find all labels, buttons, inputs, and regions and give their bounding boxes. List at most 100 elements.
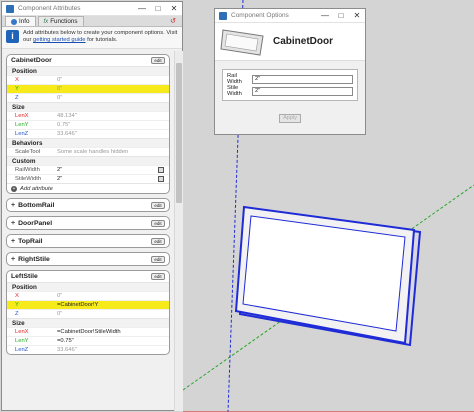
attr-value[interactable]: 0" xyxy=(57,86,169,92)
attr-row-lenz[interactable]: LenZ 33.646" xyxy=(7,345,169,354)
options-icon[interactable] xyxy=(158,167,164,173)
expand-icon[interactable]: + xyxy=(11,202,15,209)
ca-title: Component Attributes xyxy=(18,5,81,12)
edit-button[interactable]: edit xyxy=(151,201,165,209)
tab-functions-label: Functions xyxy=(50,17,78,25)
expand-icon[interactable]: + xyxy=(11,256,15,263)
co-header: CabinetDoor xyxy=(215,23,365,61)
panel-doorpanel[interactable]: + DoorPanel edit xyxy=(6,216,170,230)
panel-bottomrail-header[interactable]: + BottomRail edit xyxy=(7,199,169,211)
attr-row-railwidth[interactable]: RailWidth 2" xyxy=(7,165,169,174)
minimize-button[interactable]: — xyxy=(134,2,150,16)
attr-key: LenX xyxy=(15,113,29,119)
stile-width-field[interactable]: 2" xyxy=(252,86,353,96)
attr-row-lenx[interactable]: LenX =CabinetDoor!StileWidth xyxy=(7,327,169,336)
panel-bottomrail[interactable]: + BottomRail edit xyxy=(6,198,170,212)
co-titlebar[interactable]: Component Options — □ ✕ xyxy=(215,9,365,23)
panel-leftstile: LeftStile edit Position X 0" Y =CabinetDoo… xyxy=(6,270,170,355)
attr-row-y[interactable]: Y 0" xyxy=(7,84,169,93)
tab-info[interactable]: Info xyxy=(5,16,36,26)
attr-value[interactable]: 0" xyxy=(57,77,169,83)
getting-started-link[interactable]: getting started guide xyxy=(33,37,86,43)
add-attribute-label: Add attribute xyxy=(20,185,53,192)
tab-functions[interactable]: fx Functions xyxy=(37,16,84,26)
attr-row-leny[interactable]: LenY =0.75" xyxy=(7,336,169,345)
sketchup-icon xyxy=(6,4,14,13)
attr-row-leny[interactable]: LenY 0.75" xyxy=(7,120,169,129)
attr-row-z[interactable]: Z 0" xyxy=(7,93,169,102)
apply-wrap: Apply xyxy=(215,114,365,123)
panel-toprail-header[interactable]: + TopRail edit xyxy=(7,235,169,247)
sketchup-icon xyxy=(219,11,227,20)
attr-row-x[interactable]: X 0" xyxy=(7,75,169,84)
attr-row-x[interactable]: X 0" xyxy=(7,291,169,300)
reload-icon[interactable]: ↺ xyxy=(170,17,176,25)
attr-row-z[interactable]: Z 0" xyxy=(7,309,169,318)
attributes-scrollbar[interactable] xyxy=(174,51,183,411)
maximize-button[interactable]: □ xyxy=(150,2,166,16)
edit-button[interactable]: edit xyxy=(151,219,165,227)
attr-value[interactable]: =0.75" xyxy=(57,338,169,344)
apply-button[interactable]: Apply xyxy=(279,114,301,123)
intro-banner: i Add attributes below to create your co… xyxy=(2,27,182,49)
panel-rightstile[interactable]: + RightStile edit xyxy=(6,252,170,266)
attr-row-lenx[interactable]: LenX 48.134" xyxy=(7,111,169,120)
attr-value[interactable]: 0" xyxy=(57,293,169,299)
rail-width-row: Rail Width 2" xyxy=(227,73,353,85)
panel-name: BottomRail xyxy=(18,201,55,209)
attr-key: LenX xyxy=(15,329,29,335)
panel-name: DoorPanel xyxy=(18,219,53,227)
intro-line-2-suffix: for tutorials. xyxy=(85,37,118,44)
edit-button[interactable]: edit xyxy=(151,255,165,263)
attr-value[interactable]: 2" xyxy=(57,167,158,173)
attr-value[interactable]: 0" xyxy=(57,95,169,101)
attr-value[interactable]: 2" xyxy=(57,176,158,182)
component-options-window: Component Options — □ ✕ CabinetDoor Rail… xyxy=(214,8,366,135)
functions-tab-icon: fx xyxy=(43,18,49,25)
attr-row-lenz[interactable]: LenZ 33.646" xyxy=(7,129,169,138)
edit-button[interactable]: edit xyxy=(151,57,165,64)
attr-value[interactable]: Some scale handles hidden xyxy=(57,149,169,155)
attr-value[interactable]: 33.646" xyxy=(57,131,169,137)
section-custom: Custom xyxy=(7,156,169,165)
options-icon[interactable] xyxy=(158,176,164,182)
section-behaviors: Behaviors xyxy=(7,138,169,147)
close-button[interactable]: ✕ xyxy=(166,2,182,16)
add-attribute-button[interactable]: + Add attribute xyxy=(7,183,169,193)
stile-width-row: Stile Width 2" xyxy=(227,85,353,97)
maximize-button[interactable]: □ xyxy=(333,9,349,23)
panel-toprail[interactable]: + TopRail edit xyxy=(6,234,170,248)
close-button[interactable]: ✕ xyxy=(349,9,365,23)
expand-icon[interactable]: + xyxy=(11,220,15,227)
attr-value[interactable]: =CabinetDoor!StileWidth xyxy=(57,329,169,335)
attr-value[interactable]: 0.75" xyxy=(57,122,169,128)
attr-key: LenY xyxy=(15,122,29,128)
co-title: Component Options xyxy=(231,12,289,19)
attr-key: X xyxy=(15,293,19,299)
attr-row-y[interactable]: Y =CabinetDoor!Y xyxy=(7,300,169,309)
panel-rightstile-header[interactable]: + RightStile edit xyxy=(7,253,169,265)
edit-button[interactable]: edit xyxy=(151,273,165,280)
edit-button[interactable]: edit xyxy=(151,237,165,245)
panel-name: LeftStile xyxy=(11,273,38,280)
expand-icon[interactable]: + xyxy=(11,238,15,245)
attributes-list[interactable]: CabinetDoor edit Position X 0" Y 0" Z 0" Si… xyxy=(2,51,174,411)
attr-key: ScaleTool xyxy=(15,149,41,155)
scrollbar-thumb[interactable] xyxy=(176,63,182,203)
panel-leftstile-header[interactable]: LeftStile edit xyxy=(7,271,169,282)
intro-line-1: Add attributes below to create your comp… xyxy=(23,30,178,36)
attr-value[interactable]: 33.646" xyxy=(57,347,169,353)
attr-value[interactable]: =CabinetDoor!Y xyxy=(57,302,169,308)
panel-doorpanel-header[interactable]: + DoorPanel edit xyxy=(7,217,169,229)
attr-row-stilewidth[interactable]: StileWidth 2" xyxy=(7,174,169,183)
minimize-button[interactable]: — xyxy=(317,9,333,23)
intro-text: Add attributes below to create your comp… xyxy=(23,30,177,45)
panel-cabinetdoor-header[interactable]: CabinetDoor edit xyxy=(7,55,169,66)
panel-name: CabinetDoor xyxy=(11,57,52,64)
attr-value[interactable]: 0" xyxy=(57,311,169,317)
ca-titlebar[interactable]: Component Attributes — □ ✕ xyxy=(2,2,182,16)
rail-width-field[interactable]: 2" xyxy=(252,74,353,84)
attr-key: Y xyxy=(15,86,19,92)
attr-value[interactable]: 48.134" xyxy=(57,113,169,119)
attr-row-scaletool[interactable]: ScaleTool Some scale handles hidden xyxy=(7,147,169,156)
